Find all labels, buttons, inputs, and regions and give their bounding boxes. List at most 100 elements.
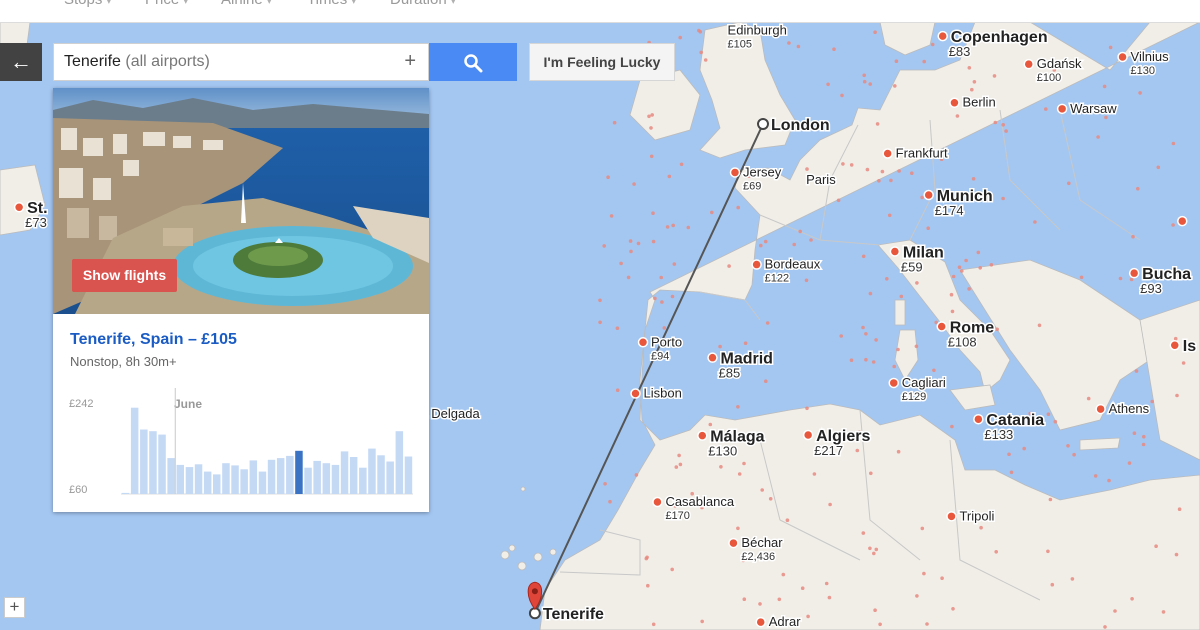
search-button[interactable] — [429, 43, 517, 81]
price-min-label: £60 — [69, 484, 88, 496]
city-dot — [1128, 267, 1140, 279]
price-bar[interactable] — [322, 463, 331, 494]
city-name: Vilnius — [1131, 49, 1170, 64]
city-dot — [1095, 403, 1106, 415]
city-name: Casablanca — [665, 494, 734, 509]
city-dot — [882, 148, 893, 159]
filter-price[interactable]: Price ▾ — [145, 0, 188, 8]
city-dot — [1177, 215, 1188, 227]
price-bar[interactable] — [167, 458, 175, 494]
city-price: £59 — [901, 259, 923, 274]
price-bar[interactable] — [203, 471, 212, 494]
map-pin-center — [531, 588, 538, 595]
city-price: £2,436 — [741, 551, 775, 563]
city-dot — [889, 246, 901, 257]
filter-stops[interactable]: Stops ▾ — [64, 0, 111, 8]
filter-label: Airline — [221, 0, 263, 8]
price-bar[interactable] — [240, 469, 248, 494]
city-dot — [630, 388, 641, 399]
price-bar[interactable] — [404, 456, 413, 495]
city-dot — [802, 429, 814, 441]
price-bar-selected[interactable] — [295, 450, 303, 494]
filter-label: Price — [145, 0, 179, 8]
city-dot — [697, 430, 708, 441]
city-name: Is — [1183, 338, 1196, 355]
city-dot — [946, 511, 957, 522]
city-name: Edinburgh — [728, 22, 787, 37]
city-dot — [707, 352, 718, 363]
city-paris[interactable]: Paris — [805, 170, 838, 188]
price-bar[interactable] — [286, 455, 294, 494]
price-bar[interactable] — [331, 464, 340, 494]
price-bar[interactable] — [395, 431, 404, 494]
price-bar[interactable] — [349, 457, 358, 494]
filter-duration[interactable]: Duration▾ — [390, 0, 456, 8]
price-bar[interactable] — [313, 460, 321, 494]
city-price: £122 — [765, 273, 789, 285]
feeling-lucky-button[interactable]: I'm Feeling Lucky — [529, 43, 675, 81]
price-bar[interactable] — [176, 464, 185, 494]
back-button[interactable]: ← — [0, 43, 42, 81]
city-dot — [652, 496, 663, 508]
price-bar[interactable] — [130, 407, 139, 494]
price-bar[interactable] — [267, 459, 276, 494]
city-name: Frankfurt — [896, 145, 948, 160]
origin-marker-icon — [757, 118, 769, 130]
destination-title-link[interactable]: Tenerife, Spain – £105 — [70, 331, 237, 349]
price-bar[interactable] — [158, 434, 166, 494]
filter-times[interactable]: Times ▾ — [307, 0, 356, 8]
price-bar[interactable] — [304, 467, 312, 494]
price-history-chart[interactable] — [121, 388, 413, 496]
city-price: £130 — [708, 444, 737, 459]
filter-label: Stops — [64, 0, 102, 8]
add-destination-plus-icon[interactable]: + — [404, 50, 416, 73]
city-dot — [888, 377, 899, 389]
price-bar[interactable] — [276, 458, 285, 494]
city-price: £83 — [949, 44, 971, 59]
price-bar[interactable] — [194, 464, 203, 494]
price-bar[interactable] — [368, 448, 376, 494]
price-bar[interactable] — [185, 467, 194, 494]
city-dot — [1169, 339, 1181, 351]
price-bar[interactable] — [231, 465, 239, 494]
city-name: Gdańsk — [1037, 56, 1082, 71]
destination-card: Show flights Tenerife, Spain – £105 Nons… — [53, 88, 429, 512]
price-bar[interactable] — [359, 467, 367, 494]
price-bar[interactable] — [340, 451, 349, 494]
city-dot — [923, 189, 934, 201]
city-price: £129 — [902, 391, 926, 403]
chevron-down-icon: ▾ — [450, 0, 456, 7]
chevron-down-icon: ▾ — [106, 0, 112, 7]
search-input[interactable]: Tenerife (all airports) + — [53, 43, 429, 81]
search-query-hint: (all airports) — [125, 53, 210, 70]
city-name: Adrar — [769, 614, 801, 629]
show-flights-button[interactable]: Show flights — [72, 259, 177, 292]
city-name: London — [771, 117, 830, 134]
city-name: Cagliari — [902, 375, 946, 390]
filter-label: Duration — [390, 0, 447, 8]
price-bar[interactable] — [386, 461, 394, 495]
price-bar[interactable] — [140, 429, 148, 495]
zoom-in-button[interactable]: + — [4, 597, 25, 618]
city-dot — [936, 321, 947, 332]
price-bar[interactable] — [213, 474, 221, 494]
price-bar[interactable] — [149, 431, 157, 494]
city-name: Tripoli — [959, 508, 994, 523]
destination-photo: Show flights — [53, 88, 429, 314]
city-dot — [937, 30, 948, 42]
price-bar[interactable] — [258, 471, 267, 494]
city-price: £100 — [1037, 72, 1061, 84]
search-icon — [464, 54, 483, 73]
search-query-text: Tenerife — [64, 53, 121, 70]
city-dot[interactable] — [1177, 215, 1188, 227]
price-bar[interactable] — [377, 455, 385, 494]
price-bar[interactable] — [249, 460, 258, 494]
price-bar[interactable] — [121, 492, 130, 494]
city-name: Bordeaux — [765, 257, 821, 272]
price-bar[interactable] — [222, 463, 230, 494]
crete — [1079, 437, 1121, 451]
city-name: Lisbon — [644, 385, 682, 400]
city-dot — [728, 537, 739, 549]
filter-airline[interactable]: Airline▾ — [221, 0, 272, 8]
city-price: £85 — [718, 366, 740, 381]
